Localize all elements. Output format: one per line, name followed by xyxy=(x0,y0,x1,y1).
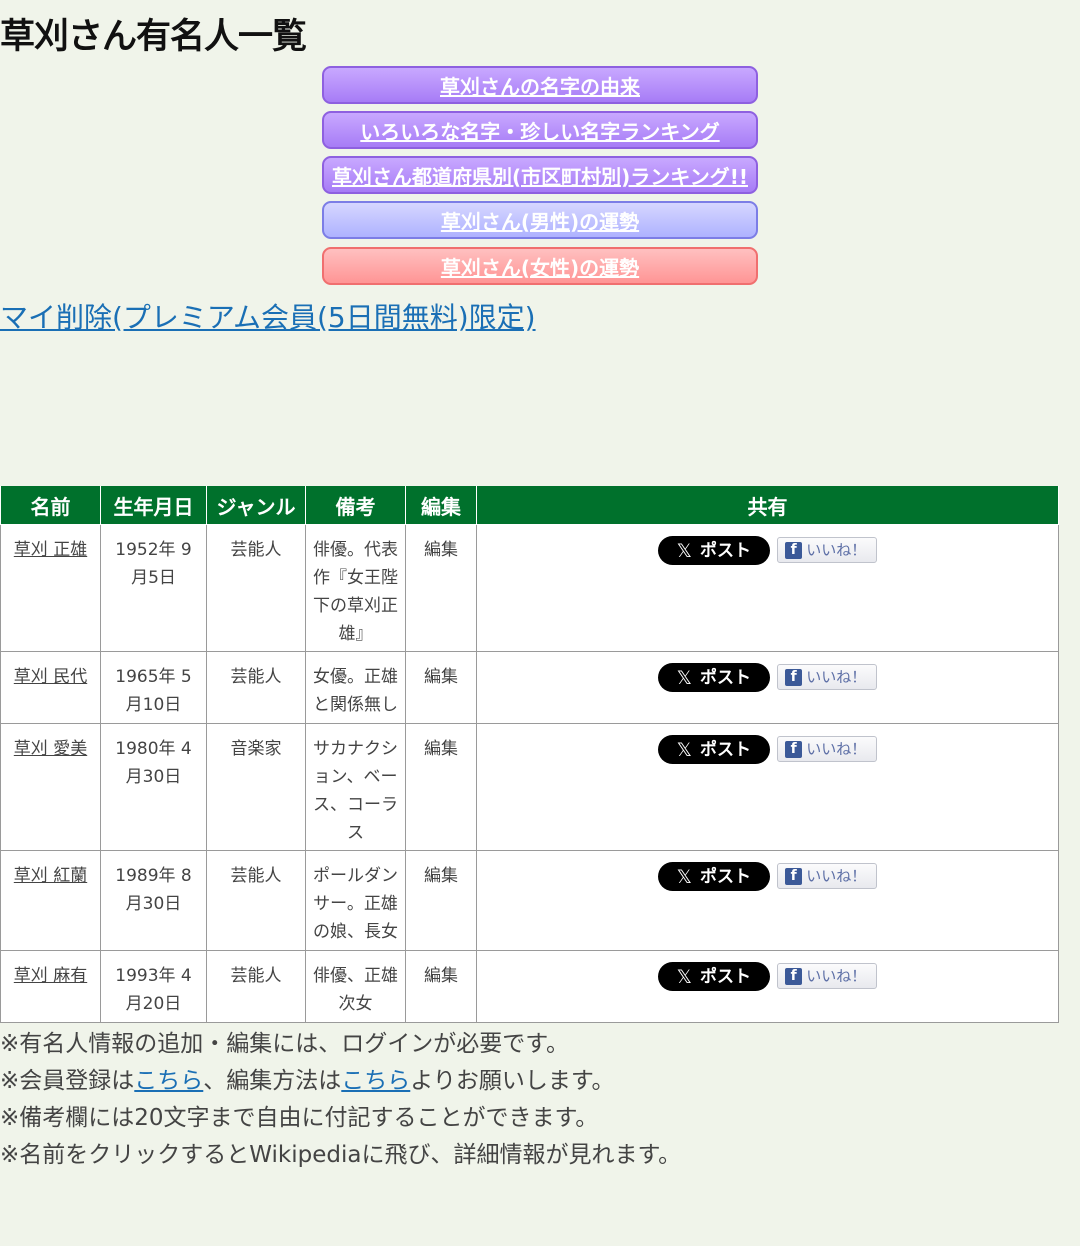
x-post-button[interactable]: 𝕏 ポスト xyxy=(657,962,770,991)
celebrity-table: 名前 生年月日 ジャンル 備考 編集 共有 草刈 正雄 1952年 9月5日 芸… xyxy=(0,486,1059,1023)
register-link[interactable]: こちら xyxy=(134,1068,203,1094)
edit-link[interactable]: 編集 xyxy=(405,723,477,851)
table-row: 草刈 愛美 1980年 4月30日 音楽家 サカナクション、ベース、コーラス 編… xyxy=(0,723,1059,851)
col-header-note: 備考 xyxy=(305,486,406,525)
edit-link[interactable]: 編集 xyxy=(405,524,477,652)
edit-link[interactable]: 編集 xyxy=(405,950,477,1023)
birthdate-cell: 1952年 9月5日 xyxy=(100,524,207,652)
facebook-like-button[interactable]: f いいね！ xyxy=(777,963,878,989)
x-logo-icon: 𝕏 xyxy=(676,965,692,988)
facebook-icon: f xyxy=(785,740,803,758)
celebrity-name-link[interactable]: 草刈 麻有 xyxy=(0,950,101,1023)
birthdate-cell: 1980年 4月30日 xyxy=(100,723,207,851)
note-login-required: ※有名人情報の追加・編集には、ログインが必要です。 xyxy=(0,1031,569,1057)
col-header-genre: ジャンル xyxy=(206,486,306,525)
x-logo-icon: 𝕏 xyxy=(676,738,692,761)
share-cell: 𝕏 ポスト f いいね！ xyxy=(476,950,1059,1023)
note-cell: 俳優、正雄次女 xyxy=(305,950,406,1023)
facebook-icon: f xyxy=(785,867,803,885)
facebook-like-button[interactable]: f いいね！ xyxy=(777,664,878,690)
birthdate-cell: 1993年 4月20日 xyxy=(100,950,207,1023)
prefecture-ranking-button[interactable]: 草刈さん都道府県別(市区町村別)ランキング!! xyxy=(322,156,758,194)
facebook-icon: f xyxy=(785,541,803,559)
note-cell: ポールダンサー。正雄の娘、長女 xyxy=(305,850,406,951)
table-row: 草刈 正雄 1952年 9月5日 芸能人 俳優。代表作『女王陛下の草刈正雄』 編… xyxy=(0,524,1059,652)
birthdate-cell: 1989年 8月30日 xyxy=(100,850,207,951)
table-row: 草刈 麻有 1993年 4月20日 芸能人 俳優、正雄次女 編集 𝕏 ポスト fい… xyxy=(0,950,1059,1023)
x-post-button[interactable]: 𝕏 ポスト xyxy=(657,663,770,692)
note-cell: 女優。正雄と関係無し xyxy=(305,651,406,724)
note-registration: ※会員登録はこちら、編集方法はこちらよりお願いします。 xyxy=(0,1063,681,1100)
x-post-button[interactable]: 𝕏 ポスト xyxy=(657,735,770,764)
celebrity-name-link[interactable]: 草刈 民代 xyxy=(0,651,101,724)
surname-ranking-button[interactable]: いろいろな名字・珍しい名字ランキング xyxy=(322,111,758,149)
facebook-like-button[interactable]: f いいね！ xyxy=(777,537,878,563)
note-cell: サカナクション、ベース、コーラス xyxy=(305,723,406,851)
share-cell: 𝕏 ポスト f いいね！ xyxy=(476,524,1059,652)
table-row: 草刈 民代 1965年 5月10日 芸能人 女優。正雄と関係無し 編集 𝕏 ポスト… xyxy=(0,651,1059,724)
facebook-like-button[interactable]: f いいね！ xyxy=(777,736,878,762)
share-cell: 𝕏 ポスト f いいね！ xyxy=(476,850,1059,951)
x-logo-icon: 𝕏 xyxy=(676,666,692,689)
birthdate-cell: 1965年 5月10日 xyxy=(100,651,207,724)
note-remarks-limit: ※備考欄には20文字まで自由に付記することができます。 xyxy=(0,1105,599,1131)
col-header-share: 共有 xyxy=(476,486,1059,525)
x-logo-icon: 𝕏 xyxy=(676,539,692,562)
edit-link[interactable]: 編集 xyxy=(405,651,477,724)
col-header-name: 名前 xyxy=(0,486,101,525)
facebook-icon: f xyxy=(785,668,803,686)
female-fortune-button[interactable]: 草刈さん(女性)の運勢 xyxy=(322,247,758,285)
genre-cell: 芸能人 xyxy=(206,524,306,652)
edit-guide-link[interactable]: こちら xyxy=(341,1068,410,1094)
surname-origin-button[interactable]: 草刈さんの名字の由来 xyxy=(322,66,758,104)
celebrity-name-link[interactable]: 草刈 紅蘭 xyxy=(0,850,101,951)
facebook-icon: f xyxy=(785,967,803,985)
note-wikipedia: ※名前をクリックするとWikipediaに飛び、詳細情報が見れます。 xyxy=(0,1142,682,1168)
page-title: 草刈さん有名人一覧 xyxy=(0,17,307,57)
x-post-button[interactable]: 𝕏 ポスト xyxy=(657,536,770,565)
table-row: 草刈 紅蘭 1989年 8月30日 芸能人 ポールダンサー。正雄の娘、長女 編集… xyxy=(0,850,1059,951)
note-text: よりお願いします。 xyxy=(410,1068,615,1094)
x-logo-icon: 𝕏 xyxy=(676,865,692,888)
genre-cell: 芸能人 xyxy=(206,850,306,951)
genre-cell: 音楽家 xyxy=(206,723,306,851)
my-delete-link[interactable]: マイ削除(プレミアム会員(5日間無料)限定) xyxy=(0,296,536,336)
share-cell: 𝕏 ポスト f いいね！ xyxy=(476,651,1059,724)
male-fortune-button[interactable]: 草刈さん(男性)の運勢 xyxy=(322,201,758,239)
col-header-edit: 編集 xyxy=(405,486,477,525)
celebrity-name-link[interactable]: 草刈 正雄 xyxy=(0,524,101,652)
col-header-birthdate: 生年月日 xyxy=(100,486,207,525)
note-text: ※会員登録は xyxy=(0,1068,135,1094)
table-header-row: 名前 生年月日 ジャンル 備考 編集 共有 xyxy=(0,486,1059,525)
notes-section: ※有名人情報の追加・編集には、ログインが必要です。 ※会員登録はこちら、編集方法… xyxy=(0,1026,681,1174)
celebrity-name-link[interactable]: 草刈 愛美 xyxy=(0,723,101,851)
share-cell: 𝕏 ポスト f いいね！ xyxy=(476,723,1059,851)
facebook-like-button[interactable]: f いいね！ xyxy=(777,863,878,889)
edit-link[interactable]: 編集 xyxy=(405,850,477,951)
genre-cell: 芸能人 xyxy=(206,651,306,724)
genre-cell: 芸能人 xyxy=(206,950,306,1023)
note-cell: 俳優。代表作『女王陛下の草刈正雄』 xyxy=(305,524,406,652)
x-post-button[interactable]: 𝕏 ポスト xyxy=(657,862,770,891)
note-text: 、編集方法は xyxy=(203,1068,342,1094)
